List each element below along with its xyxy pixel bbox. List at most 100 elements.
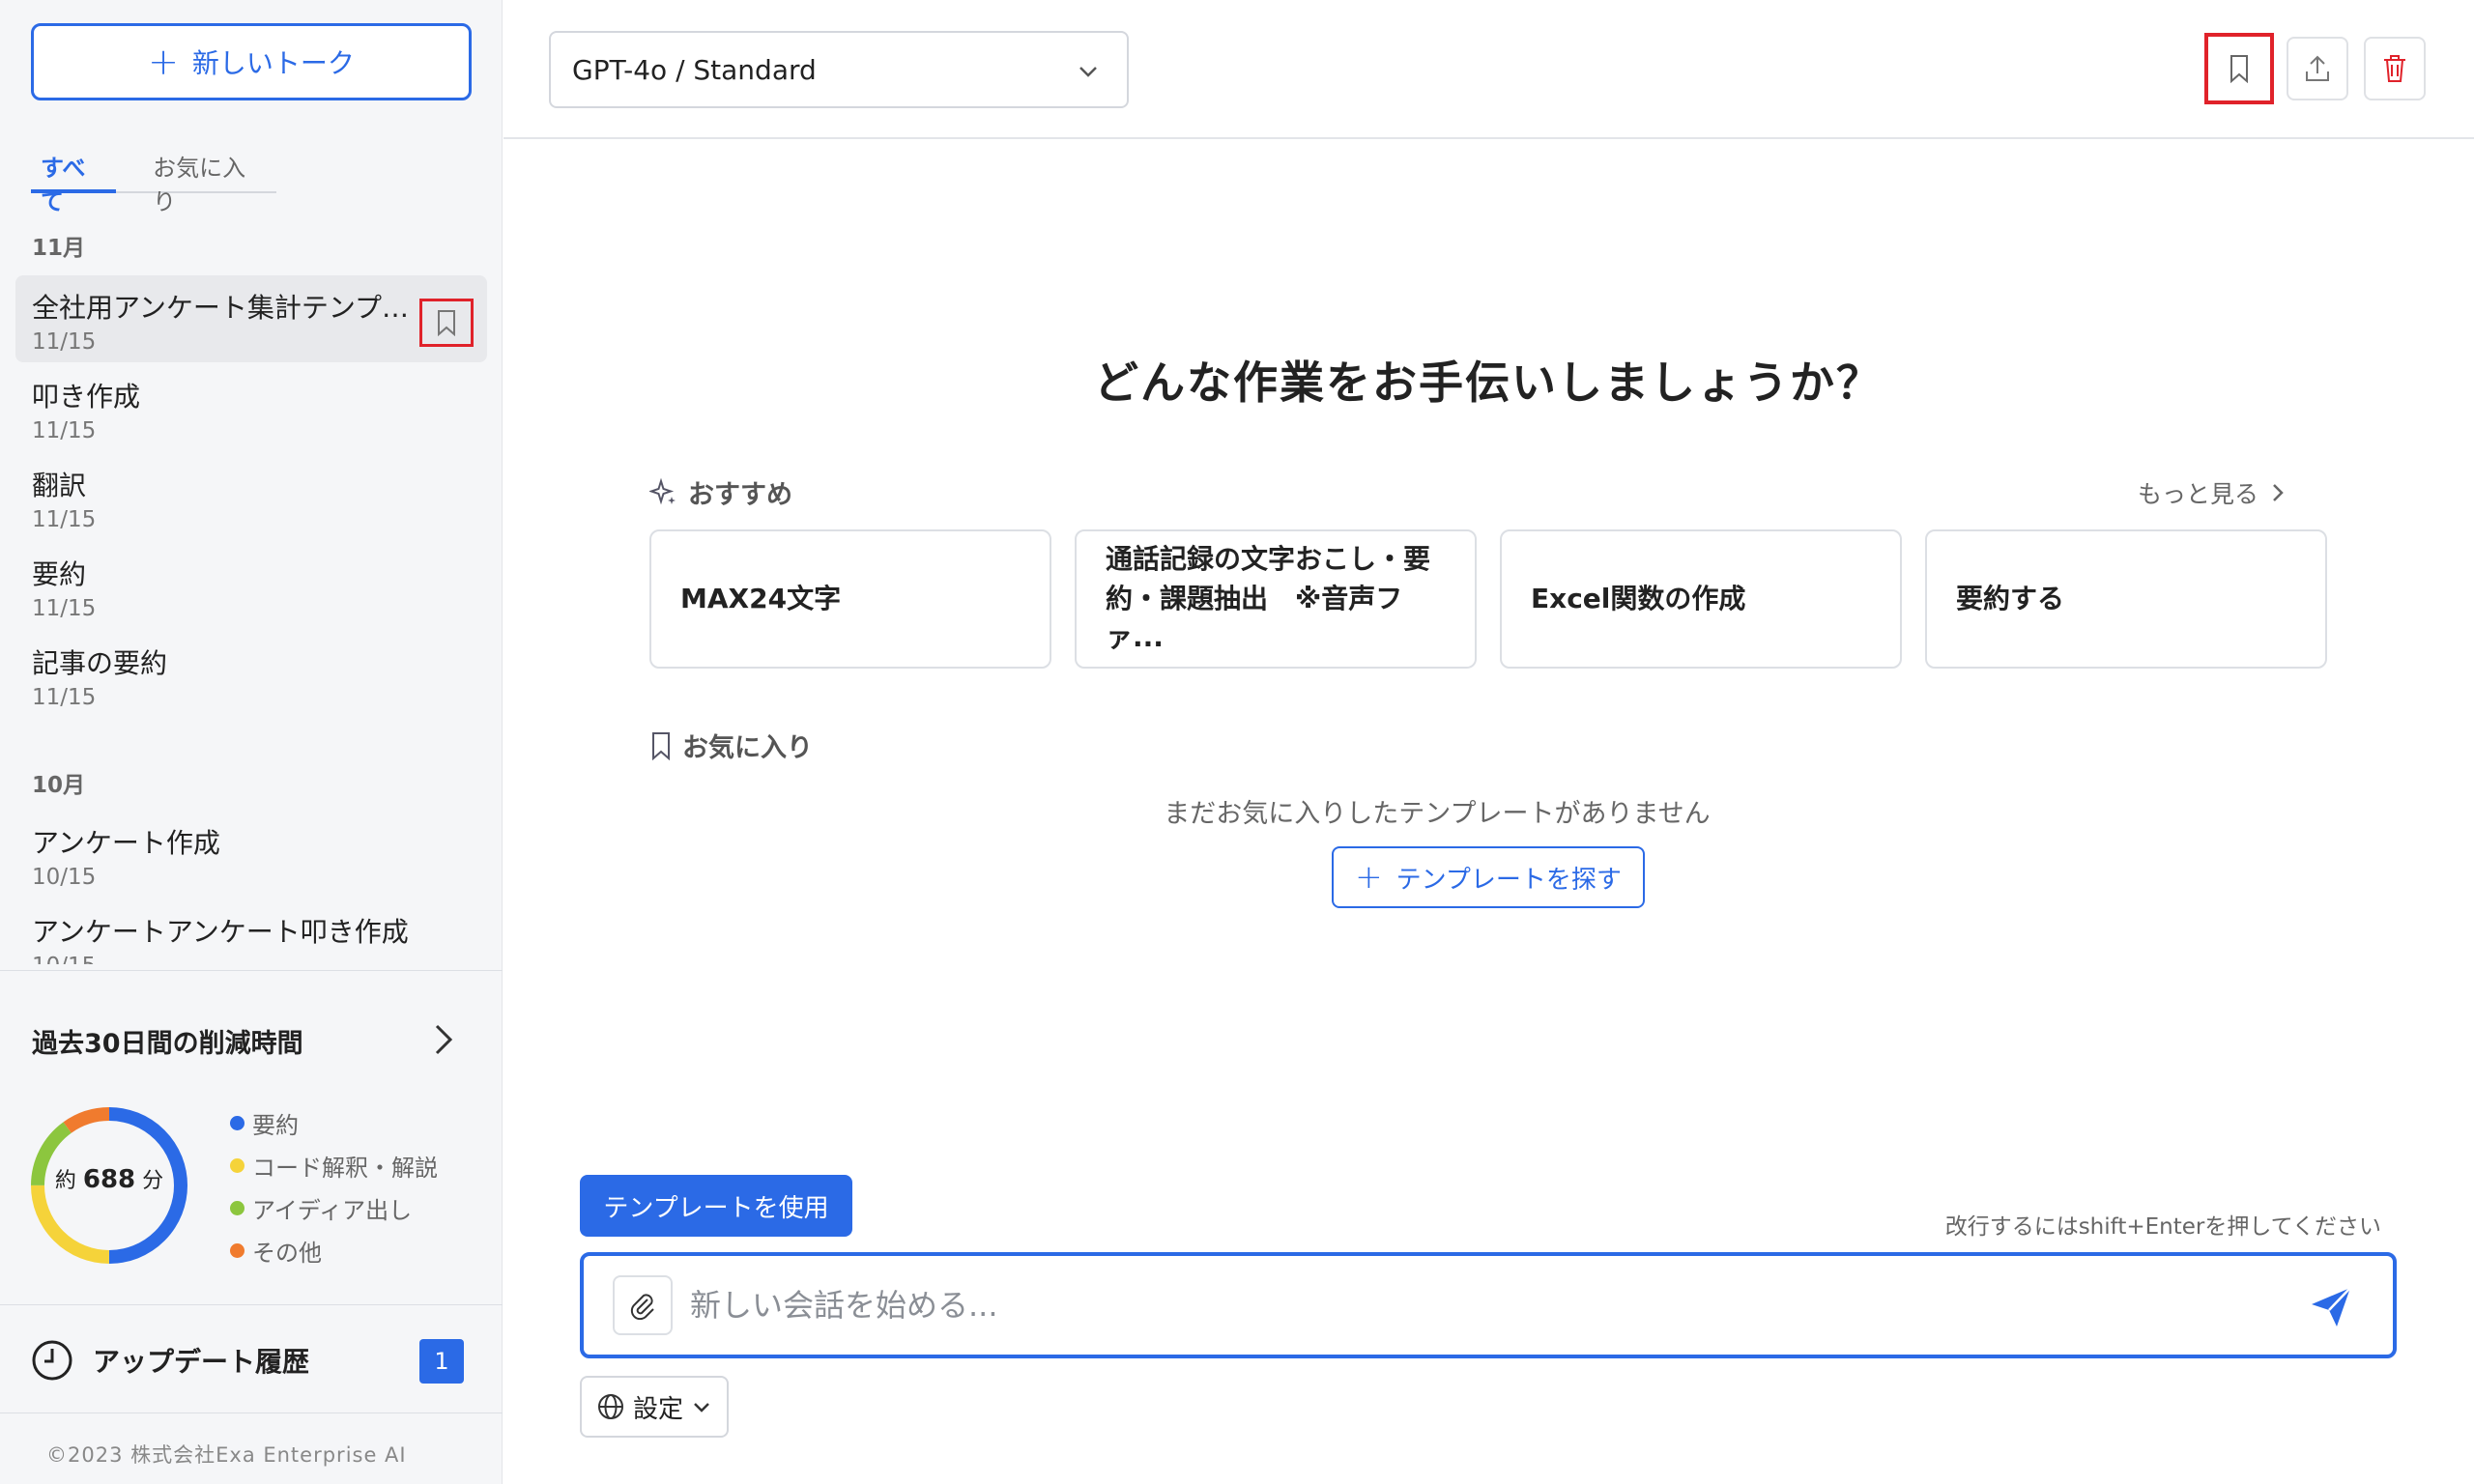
see-more-link[interactable]: もっと見る [2138, 475, 2286, 510]
tab-all[interactable]: すべて [31, 143, 117, 215]
sidebar-tabs: すべて お気に入り [31, 143, 276, 215]
chat-title: 翻訳 [32, 470, 87, 501]
tab-favorites[interactable]: お気に入り [143, 143, 276, 215]
chat-date: 11/15 [32, 685, 97, 710]
chat-bookmark-button[interactable] [419, 299, 474, 347]
chat-item[interactable]: 叩き作成 11/15 [15, 364, 487, 451]
chevron-right-icon [2273, 484, 2284, 501]
legend-label: 要約 [252, 1111, 299, 1139]
month-header: 10月 [32, 773, 86, 798]
settings-label: 設定 [632, 1394, 683, 1424]
chat-item[interactable]: アンケート作成 10/15 [15, 811, 487, 898]
recommended-label: おすすめ [688, 480, 792, 510]
favorites-empty-message: まだお気に入りしたテンプレートがありません [1164, 799, 1711, 829]
chat-item[interactable]: 記事の要約 11/15 [15, 631, 487, 718]
paperclip-icon [630, 1294, 654, 1320]
legend-label: アイディア出し [252, 1196, 413, 1224]
legend-label: コード解釈・解説 [252, 1154, 438, 1182]
savings-prefix: 約 [54, 1169, 76, 1193]
trash-icon [2384, 55, 2405, 82]
savings-unit: 分 [142, 1169, 164, 1193]
page-headline: どんな作業をお手伝いしましょうか？ [1094, 357, 1883, 409]
chevron-right-icon[interactable] [425, 1022, 460, 1057]
card-title-line: MAX24文字 [680, 582, 842, 614]
chat-item[interactable]: アンケートアンケート叩き作成 10/15 [15, 899, 487, 964]
card-title-line: Excel関数の作成 [1531, 582, 1746, 614]
favorites-empty-text: まだお気に入りしたテンプレートがありません [503, 792, 2474, 830]
chat-title: 全社用アンケート集計テンプレート [32, 292, 423, 324]
template-card[interactable]: MAX24文字 [649, 529, 1051, 669]
model-select[interactable]: GPT-4o / Standard [549, 31, 1129, 108]
legend-item: コード解釈・解説 [230, 1144, 438, 1186]
divider [0, 1304, 503, 1305]
sparkle-icon [649, 477, 676, 504]
chat-item[interactable]: 翻訳 11/15 [15, 453, 487, 540]
update-count-badge: 1 [419, 1339, 464, 1384]
chat-date: 10/15 [32, 954, 487, 964]
copyright: ©2023 株式会社Exa Enterprise AI [46, 1443, 407, 1467]
template-card[interactable]: Excel関数の作成 [1500, 529, 1902, 669]
chat-item-selected[interactable]: 全社用アンケート集計テンプレート 11/15 [15, 275, 487, 362]
legend-item: アイディア出し [230, 1186, 438, 1229]
plus-icon: + [1355, 858, 1383, 897]
savings-total: 約 688 分 [29, 1163, 189, 1194]
clock-icon [32, 1340, 72, 1381]
delete-button[interactable] [2364, 37, 2426, 100]
see-more-label: もっと見る [2138, 480, 2259, 508]
favorites-label: お気に入り [682, 733, 813, 763]
legend-dot [230, 1200, 245, 1215]
attach-button[interactable] [613, 1275, 673, 1335]
legend-dot [230, 1242, 245, 1258]
chat-title: 叩き作成 [32, 381, 141, 413]
new-talk-button[interactable]: + 新しいトーク [31, 23, 472, 100]
use-template-button[interactable]: テンプレートを使用 [580, 1175, 852, 1237]
chat-title: 記事の要約 [32, 647, 168, 679]
bookmark-icon [652, 731, 670, 760]
savings-legend: 要約 コード解釈・解説 アイディア出し その他 [230, 1101, 438, 1271]
newline-hint: 改行するにはshift+Enterを押してください [1944, 1214, 2381, 1240]
chat-date: 11/15 [32, 507, 97, 532]
send-icon[interactable] [2308, 1285, 2354, 1329]
chat-date: 11/15 [32, 418, 97, 443]
chat-date: 10/15 [32, 865, 97, 890]
legend-item: その他 [230, 1229, 438, 1271]
model-select-value: GPT-4o / Standard [572, 53, 817, 86]
chat-date: 11/15 [32, 596, 97, 621]
update-history-button[interactable]: アップデート履歴 1 [31, 1333, 475, 1387]
divider [0, 970, 503, 971]
month-header: 11月 [32, 236, 86, 261]
globe-icon [597, 1394, 623, 1419]
bookmark-icon [438, 310, 455, 336]
chat-title: 要約 [32, 558, 87, 590]
recommended-section-header: おすすめ [649, 473, 792, 511]
chevron-down-icon [1079, 67, 1097, 77]
legend-item: 要約 [230, 1101, 438, 1144]
sidebar: + 新しいトーク すべて お気に入り 11月 全社用アンケート集計テンプレート … [0, 0, 503, 1484]
bookmark-icon [2230, 55, 2248, 83]
bookmark-button[interactable] [2204, 33, 2274, 104]
chat-item[interactable]: 要約 11/15 [15, 542, 487, 629]
card-title-line: 要約する [1956, 582, 2065, 614]
chat-input-box [580, 1252, 2397, 1358]
share-button[interactable] [2287, 37, 2348, 100]
card-title-line: 約・課題抽出 ※音声ファ... [1106, 582, 1403, 654]
find-template-button[interactable]: + テンプレートを探す [1332, 846, 1645, 908]
savings-value: 688 [82, 1165, 136, 1194]
legend-label: その他 [252, 1239, 322, 1267]
favorites-section-header: お気に入り [649, 727, 813, 764]
chevron-down-icon [694, 1403, 709, 1413]
chat-input[interactable] [690, 1273, 2256, 1337]
template-card[interactable]: 要約する [1925, 529, 2327, 669]
share-icon [2306, 55, 2329, 81]
template-card[interactable]: 通話記録の文字おこし・要 約・課題抽出 ※音声ファ... [1075, 529, 1477, 669]
savings-title: 過去30日間の削減時間 [32, 1029, 303, 1059]
settings-button[interactable]: 設定 [580, 1376, 729, 1438]
new-talk-label: 新しいトーク [191, 47, 355, 79]
plus-icon: + [148, 41, 179, 83]
chat-history-list[interactable]: 11月 全社用アンケート集計テンプレート 11/15 叩き作成 11/15 翻訳… [0, 217, 503, 964]
find-template-label: テンプレートを探す [1395, 865, 1622, 895]
update-history-label: アップデート履歴 [93, 1346, 310, 1378]
card-title-line: 通話記録の文字おこし・要 [1106, 543, 1431, 576]
legend-dot [230, 1157, 245, 1173]
chat-title: アンケートアンケート叩き作成 [32, 916, 409, 948]
